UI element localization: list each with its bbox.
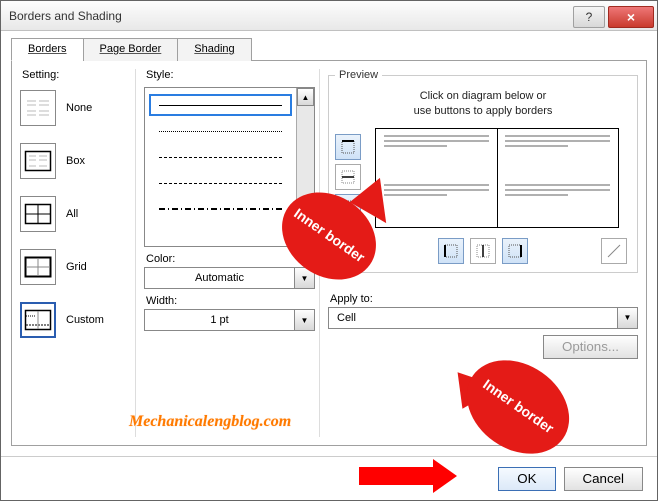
close-icon: × [627,9,635,25]
edge-bottom-button[interactable] [335,194,361,220]
setting-all-icon [20,196,56,232]
tab-page-border[interactable]: Page Border [83,38,179,61]
tab-shading[interactable]: Shading [177,38,251,61]
dialog-borders-shading: Borders and Shading ? × Borders Page Bor… [0,0,658,501]
chevron-down-icon[interactable]: ▼ [294,268,314,288]
color-value: Automatic [145,272,294,284]
applyto-value: Cell [329,312,617,324]
setting-box-label: Box [66,155,85,167]
close-button[interactable]: × [608,6,654,28]
chevron-down-icon[interactable]: ▼ [294,310,314,330]
setting-custom-label: Custom [66,314,104,326]
help-button[interactable]: ? [573,6,605,28]
tab-borders[interactable]: Borders [11,38,84,61]
setting-none[interactable]: None [20,90,131,126]
dialog-title: Borders and Shading [9,9,122,23]
edge-hmid-button[interactable] [335,164,361,190]
style-scrollbar[interactable]: ▲ ▼ [296,88,314,246]
style-listbox[interactable]: ▲ ▼ [144,87,315,247]
setting-none-label: None [66,102,92,114]
style-dash-dot[interactable] [149,198,292,220]
setting-heading: Setting: [22,69,131,81]
applyto-combo[interactable]: Cell ▼ [328,307,638,329]
color-heading: Color: [146,253,315,265]
edge-diag-down-button[interactable] [339,238,365,264]
style-solid[interactable] [149,94,292,116]
edge-diag-up-button[interactable] [601,238,627,264]
setting-all[interactable]: All [20,196,131,232]
width-heading: Width: [146,295,315,307]
scroll-up-icon[interactable]: ▲ [297,88,314,106]
preview-column: Preview Click on diagram below or use bu… [328,69,638,437]
edge-top-button[interactable] [335,134,361,160]
style-dotted[interactable] [149,120,292,142]
setting-custom-icon [20,302,56,338]
ok-button[interactable]: OK [498,467,555,491]
applyto-heading: Apply to: [330,293,638,305]
setting-all-label: All [66,208,78,220]
options-button: Options... [543,335,638,359]
width-value: 1 pt [145,314,294,326]
setting-grid[interactable]: Grid [20,249,131,285]
setting-box[interactable]: Box [20,143,131,179]
edge-right-button[interactable] [502,238,528,264]
preview-diagram[interactable] [375,128,619,228]
setting-column: Setting: None Box [20,69,136,437]
style-dashed[interactable] [149,172,292,194]
style-column: Style: ▲ ▼ Color: [144,69,320,437]
style-dash-thin[interactable] [149,146,292,168]
dialog-footer: OK Cancel [1,456,657,500]
setting-box-icon [20,143,56,179]
width-combo[interactable]: 1 pt ▼ [144,309,315,331]
cancel-button[interactable]: Cancel [564,467,644,491]
style-heading: Style: [146,69,315,81]
help-icon: ? [586,10,593,24]
preview-group: Preview Click on diagram below or use bu… [328,69,638,273]
setting-grid-label: Grid [66,261,87,273]
title-bar: Borders and Shading ? × [1,1,657,31]
tab-strip: Borders Page Border Shading [11,37,647,61]
preview-hint: Click on diagram below or use buttons to… [335,89,631,120]
scroll-down-icon[interactable]: ▼ [297,228,314,246]
setting-custom[interactable]: Custom [20,302,131,338]
chevron-down-icon[interactable]: ▼ [617,308,637,328]
color-combo[interactable]: Automatic ▼ [144,267,315,289]
edge-left-button[interactable] [438,238,464,264]
setting-grid-icon [20,249,56,285]
preview-legend: Preview [335,69,382,81]
edge-vmid-button[interactable] [470,238,496,264]
setting-none-icon [20,90,56,126]
